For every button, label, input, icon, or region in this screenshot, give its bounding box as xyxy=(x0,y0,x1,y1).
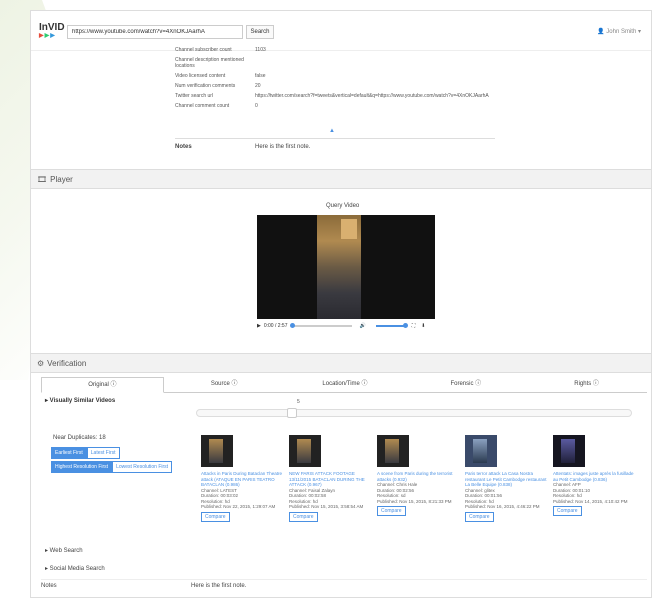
video-thumbnail[interactable] xyxy=(289,435,321,467)
invid-logo: InVID ▶▶▶ xyxy=(39,22,65,39)
web-search-toggle[interactable]: ▸ Web Search xyxy=(45,547,83,554)
tab-forensic[interactable]: Forensic ⓘ xyxy=(405,377,526,392)
video-thumbnail[interactable] xyxy=(377,435,409,467)
result-title[interactable]: Attentats: images juste après la fusilla… xyxy=(553,471,635,482)
resolution-sort-toggle: Highest Resolution First Lowest Resoluti… xyxy=(51,461,173,473)
metadata-row: Channel description mentioned locations xyxy=(175,57,244,69)
top-bar: InVID ▶▶▶ Search 👤 John Smith ▾ xyxy=(31,11,651,51)
user-label: John Smith ▾ xyxy=(606,29,641,35)
highest-resolution-button[interactable]: Highest Resolution First xyxy=(51,461,113,473)
similar-videos-results: Attacks in Paris During Bataclan Theatre… xyxy=(201,435,641,545)
slider-value: 5 xyxy=(297,399,300,405)
video-thumbnail[interactable] xyxy=(201,435,233,467)
social-media-search-toggle[interactable]: ▸ Social Media Search xyxy=(45,565,105,572)
verification-section-header[interactable]: ⚙ Verification xyxy=(31,353,651,373)
tab-source[interactable]: Source ⓘ xyxy=(164,377,285,392)
video-time: 0:00 / 2:57 xyxy=(263,323,288,329)
similarity-slider[interactable] xyxy=(196,408,632,418)
tab-rights[interactable]: Rights ⓘ xyxy=(526,377,647,392)
verification-tabs: Original ⓘ Source ⓘ Location/Time ⓘ Fore… xyxy=(41,377,647,393)
url-input[interactable] xyxy=(67,25,243,39)
play-icon[interactable]: ▶ xyxy=(257,323,261,329)
result-title[interactable]: Attacks in Paris During Bataclan Theatre… xyxy=(201,471,283,488)
app-window: InVID ▶▶▶ Search 👤 John Smith ▾ Channel … xyxy=(30,10,652,598)
video-frame-image xyxy=(317,215,361,319)
metadata-row: Video licensed content false xyxy=(175,73,266,79)
volume-slider[interactable] xyxy=(375,323,408,328)
player-section-header[interactable]: 🎞 Player xyxy=(31,169,651,189)
result-card: Attacks in Paris During Bataclan Theatre… xyxy=(201,435,283,522)
video-thumbnail[interactable] xyxy=(465,435,497,467)
metadata-table: Channel subscriber count 1103 Channel des… xyxy=(175,47,495,113)
metadata-row: Twitter search url https://twitter.com/se… xyxy=(175,93,489,99)
fullscreen-icon[interactable]: ⛶ xyxy=(412,323,416,329)
compare-button[interactable]: Compare xyxy=(465,511,494,522)
slider-handle[interactable] xyxy=(287,408,298,418)
search-button[interactable]: Search xyxy=(246,25,274,39)
tab-original[interactable]: Original ⓘ xyxy=(41,377,164,393)
notes-top: Notes Here is the first note. xyxy=(175,138,495,150)
date-sort-toggle: Earliest First Latest First xyxy=(51,447,120,459)
earliest-first-button[interactable]: Earliest First xyxy=(51,447,87,459)
film-icon: 🎞 xyxy=(37,175,48,184)
result-card: A scene from Paris during the terrorist … xyxy=(377,435,459,516)
lowest-resolution-button[interactable]: Lowest Resolution First xyxy=(112,461,173,473)
near-duplicates-label: Near Duplicates: 18 xyxy=(53,435,106,441)
video-controls: ▶ 0:00 / 2:57 🔊 ⛶ ⬇ xyxy=(257,321,435,331)
result-title[interactable]: A scene from Paris during the terrorist … xyxy=(377,471,459,482)
user-icon: 👤 xyxy=(597,29,605,35)
compare-button[interactable]: Compare xyxy=(201,511,230,522)
gears-icon: ⚙ xyxy=(37,359,45,368)
collapse-caret-icon[interactable]: ▲ xyxy=(329,128,335,134)
result-card: Paris terror attack La Casa Nostra resta… xyxy=(465,435,547,522)
compare-button[interactable]: Compare xyxy=(377,506,406,516)
metadata-row: Channel subscriber count 1103 xyxy=(175,47,266,53)
download-icon[interactable]: ⬇ xyxy=(421,323,425,329)
result-title[interactable]: Paris terror attack La Casa Nostra resta… xyxy=(465,471,547,488)
video-thumbnail[interactable] xyxy=(553,435,585,467)
logo-play-icons: ▶▶▶ xyxy=(39,33,56,39)
progress-bar[interactable] xyxy=(289,323,352,328)
metadata-row: Num verification comments 20 xyxy=(175,83,261,89)
tab-location-time[interactable]: Location/Time ⓘ xyxy=(285,377,406,392)
result-card: Attentats: images juste après la fusilla… xyxy=(553,435,635,516)
latest-first-button[interactable]: Latest First xyxy=(86,447,120,459)
visually-similar-videos-toggle[interactable]: ▸ Visually Similar Videos xyxy=(45,397,115,404)
video-player[interactable] xyxy=(257,215,435,319)
result-title[interactable]: NEW PARIS ATTACK FOOTAGE 13/11/2015 BATA… xyxy=(289,471,371,488)
result-card: NEW PARIS ATTACK FOOTAGE 13/11/2015 BATA… xyxy=(289,435,371,522)
volume-icon[interactable]: 🔊 xyxy=(360,323,366,329)
compare-button[interactable]: Compare xyxy=(553,506,582,516)
notes-bottom: Notes Here is the first note. xyxy=(41,579,647,589)
query-video-title: Query Video xyxy=(326,203,360,209)
user-menu[interactable]: 👤 John Smith ▾ xyxy=(597,28,641,35)
compare-button[interactable]: Compare xyxy=(289,511,318,522)
metadata-row: Channel comment count 0 xyxy=(175,103,258,109)
